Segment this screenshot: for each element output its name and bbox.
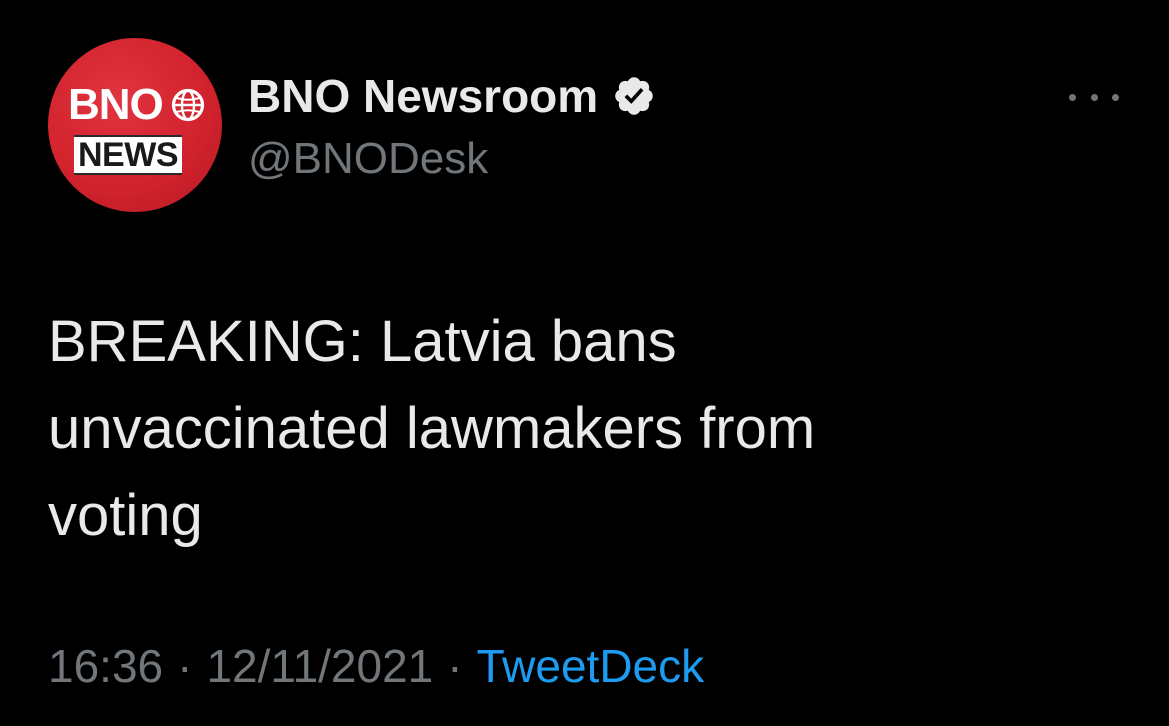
tweet-time[interactable]: 16:36 bbox=[48, 636, 163, 696]
author-display-name[interactable]: BNO Newsroom bbox=[248, 70, 656, 122]
avatar-logo-top: BNO bbox=[68, 80, 164, 129]
avatar-logo-top-text: BNO bbox=[68, 80, 164, 129]
more-horizontal-icon-dot bbox=[1112, 93, 1119, 101]
avatar-logo-bottom: NEWS bbox=[74, 135, 182, 175]
tweet-date[interactable]: 12/11/2021 bbox=[206, 636, 433, 696]
avatar[interactable]: BNO NEWS bbox=[48, 38, 222, 212]
more-horizontal-icon-dot bbox=[1090, 93, 1098, 101]
tweet-card: BNO NEWS BNO Newsroom @BNODesk BREAKING:… bbox=[0, 0, 1169, 726]
globe-icon bbox=[171, 88, 205, 122]
more-horizontal-icon bbox=[1069, 93, 1076, 101]
meta-separator: · bbox=[177, 640, 193, 692]
verified-badge-icon bbox=[615, 77, 653, 115]
meta-separator: · bbox=[447, 640, 463, 692]
author-handle[interactable]: @BNODesk bbox=[248, 134, 488, 184]
tweet-meta: 16:36 · 12/11/2021 · TweetDeck bbox=[48, 636, 704, 696]
tweet-text: BREAKING: Latvia bans unvaccinated lawma… bbox=[48, 309, 816, 548]
more-options-button[interactable] bbox=[1069, 82, 1119, 112]
author-name-text: BNO Newsroom bbox=[248, 70, 599, 122]
tweet-source-link[interactable]: TweetDeck bbox=[477, 636, 705, 696]
